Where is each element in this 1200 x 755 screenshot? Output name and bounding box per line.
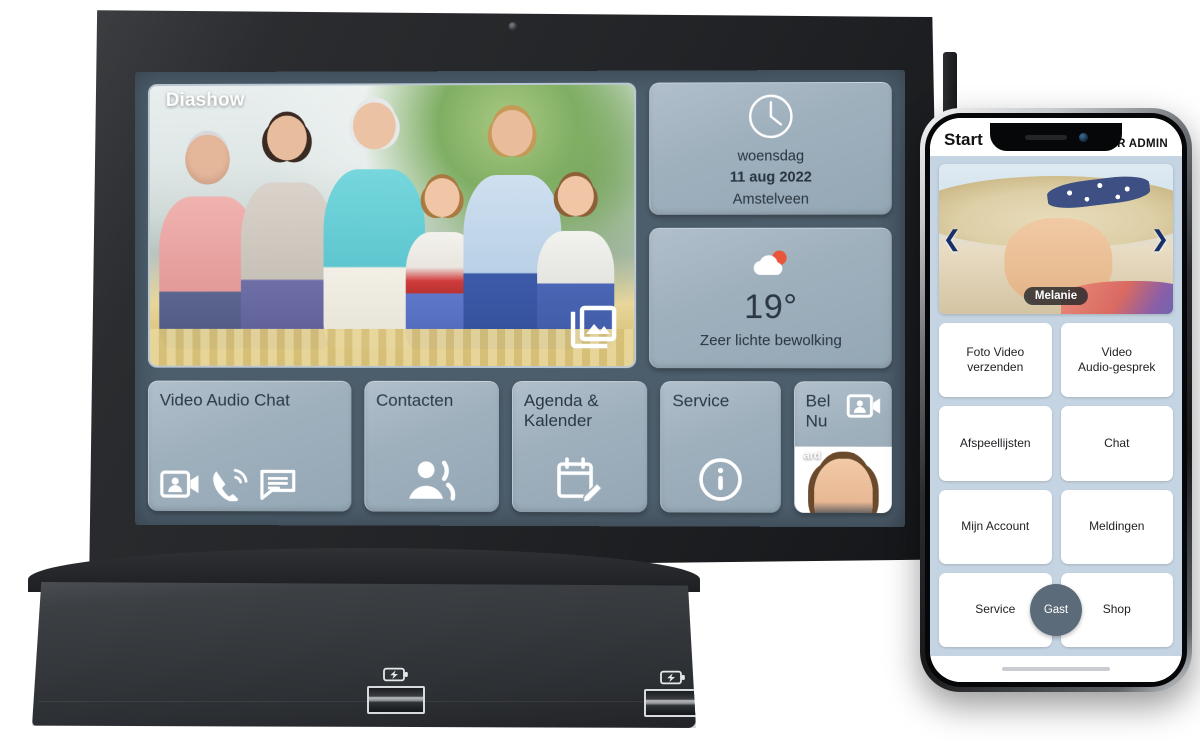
phone-screen: Start NAAR ADMIN ❮ ❯ Melanie Foto Video … <box>930 118 1182 682</box>
video-call-icon <box>846 391 881 420</box>
usb-port-right[interactable] <box>644 670 696 717</box>
tablet-action-row: Video Audio Chat Contacten Agenda & Kale… <box>147 380 892 514</box>
action-icon-group <box>376 458 488 504</box>
label-line2: Audio-gesprek <box>1078 360 1156 375</box>
battery-charging-icon <box>660 670 685 685</box>
clock-date: 11 aug 2022 <box>729 169 812 187</box>
phone-button-afspeellijsten[interactable]: Afspeellijsten <box>939 406 1052 481</box>
chevron-right-icon[interactable]: ❯ <box>1149 224 1171 254</box>
action-tile-agenda-kalender[interactable]: Agenda & Kalender <box>511 380 648 513</box>
phone-content: ❮ ❯ Melanie Foto Video verzenden Video A… <box>930 156 1182 656</box>
phone-front-camera-icon <box>1078 132 1088 142</box>
phone-button-gast[interactable]: Gast <box>1030 583 1082 636</box>
tablet-device: Diashow woensdag 11 aug 2022 Amstelveen … <box>78 8 957 573</box>
action-tile-service[interactable]: Service <box>660 381 781 513</box>
action-label-agenda-kalender: Agenda & Kalender <box>524 391 636 431</box>
slideshow-panel[interactable]: Diashow <box>147 82 637 369</box>
action-tile-contacten[interactable]: Contacten <box>364 380 499 512</box>
bel-nu-header: Bel Nu <box>795 382 892 438</box>
photo-library-icon[interactable] <box>569 305 617 349</box>
tablet-widget-column: woensdag 11 aug 2022 Amstelveen 19° Zeer… <box>649 81 892 369</box>
charging-dock <box>28 548 700 736</box>
photo-person-mother <box>241 114 334 349</box>
phone-button-last-row: Service Shop Gast <box>939 572 1173 647</box>
action-label-service: Service <box>672 391 730 411</box>
tablet-front-camera-icon <box>508 22 518 31</box>
weather-widget[interactable]: 19° Zeer lichte bewolking <box>649 227 892 369</box>
dock-seam <box>38 701 690 702</box>
screenshot-stage: Diashow woensdag 11 aug 2022 Amstelveen … <box>0 0 1200 755</box>
phone-button-foto-video-verzenden[interactable]: Foto Video verzenden <box>939 323 1052 398</box>
chevron-left-icon[interactable]: ❮ <box>941 224 963 254</box>
video-call-icon <box>160 467 199 501</box>
photo-sofa <box>149 329 635 367</box>
label-line1: Foto Video <box>966 345 1025 360</box>
tablet-top-row: Diashow woensdag 11 aug 2022 Amstelveen … <box>147 81 892 369</box>
weather-temperature: 19° <box>744 287 798 327</box>
clock-date-widget[interactable]: woensdag 11 aug 2022 Amstelveen <box>649 81 892 215</box>
clock-location: Amstelveen <box>732 191 809 208</box>
usb-a-socket <box>367 686 425 714</box>
bel-nu-contact-photo: ard <box>794 446 892 514</box>
phone-home-area <box>930 656 1182 682</box>
sun-behind-cloud-icon <box>753 250 787 275</box>
action-label-contacten: Contacten <box>376 390 454 410</box>
action-icon-group <box>160 467 340 503</box>
info-circle-icon <box>698 456 744 502</box>
agenda-label-line2: Kalender <box>523 410 593 430</box>
carousel-caption: Melanie <box>1023 287 1089 305</box>
phone-button-label: Video Audio-gesprek <box>1078 345 1155 375</box>
analog-clock-icon <box>748 93 794 139</box>
phone-notch <box>990 123 1122 151</box>
dock-front-panel <box>32 582 696 728</box>
usb-a-socket <box>644 689 696 717</box>
phone-photo-carousel[interactable]: ❮ ❯ Melanie <box>939 164 1173 314</box>
phone-button-meldingen[interactable]: Meldingen <box>1060 489 1173 564</box>
action-icon-group <box>524 456 636 504</box>
phone-button-mijn-account[interactable]: Mijn Account <box>939 489 1052 564</box>
battery-charging-icon <box>383 667 408 682</box>
action-tile-bel-nu[interactable]: Bel Nu ard <box>793 381 892 514</box>
usb-port-left[interactable] <box>367 667 425 714</box>
phone-home-indicator[interactable] <box>1002 667 1110 671</box>
clock-weekday: woensdag <box>737 148 805 165</box>
tablet-screen: Diashow woensdag 11 aug 2022 Amstelveen … <box>135 69 905 528</box>
phone-earpiece-speaker <box>1024 134 1067 140</box>
action-label-bel-nu: Bel Nu <box>806 391 831 431</box>
slideshow-label: Diashow <box>165 89 245 111</box>
phone-ring-icon <box>213 467 250 502</box>
phone-page-title: Start <box>944 130 983 149</box>
smartphone-device: Start NAAR ADMIN ❮ ❯ Melanie Foto Video … <box>920 108 1192 744</box>
calendar-edit-icon <box>556 456 603 503</box>
agenda-label-line1: Agenda & <box>523 391 599 411</box>
phone-button-grid: Foto Video verzenden Video Audio-gesprek… <box>939 323 1173 656</box>
bel-nu-contact-name: ard <box>803 449 821 462</box>
action-label-video-audio-chat: Video Audio Chat <box>159 390 290 410</box>
action-icon-group <box>672 456 769 504</box>
contacts-person-icon <box>409 461 456 502</box>
bel-nu-line1: Bel <box>805 391 831 411</box>
action-tile-video-audio-chat[interactable]: Video Audio Chat <box>147 380 352 512</box>
contact-face <box>813 458 873 514</box>
label-line2: verzenden <box>967 360 1024 375</box>
bel-nu-line2: Nu <box>805 411 828 431</box>
weather-description: Zeer lichte bewolking <box>699 332 842 350</box>
phone-button-label: Foto Video verzenden <box>966 345 1024 375</box>
chat-bubble-icon <box>259 467 297 501</box>
phone-button-video-audio-gesprek[interactable]: Video Audio-gesprek <box>1060 323 1173 398</box>
family-photo <box>149 84 635 367</box>
label-line1: Video <box>1101 345 1132 360</box>
phone-button-chat[interactable]: Chat <box>1060 406 1173 481</box>
